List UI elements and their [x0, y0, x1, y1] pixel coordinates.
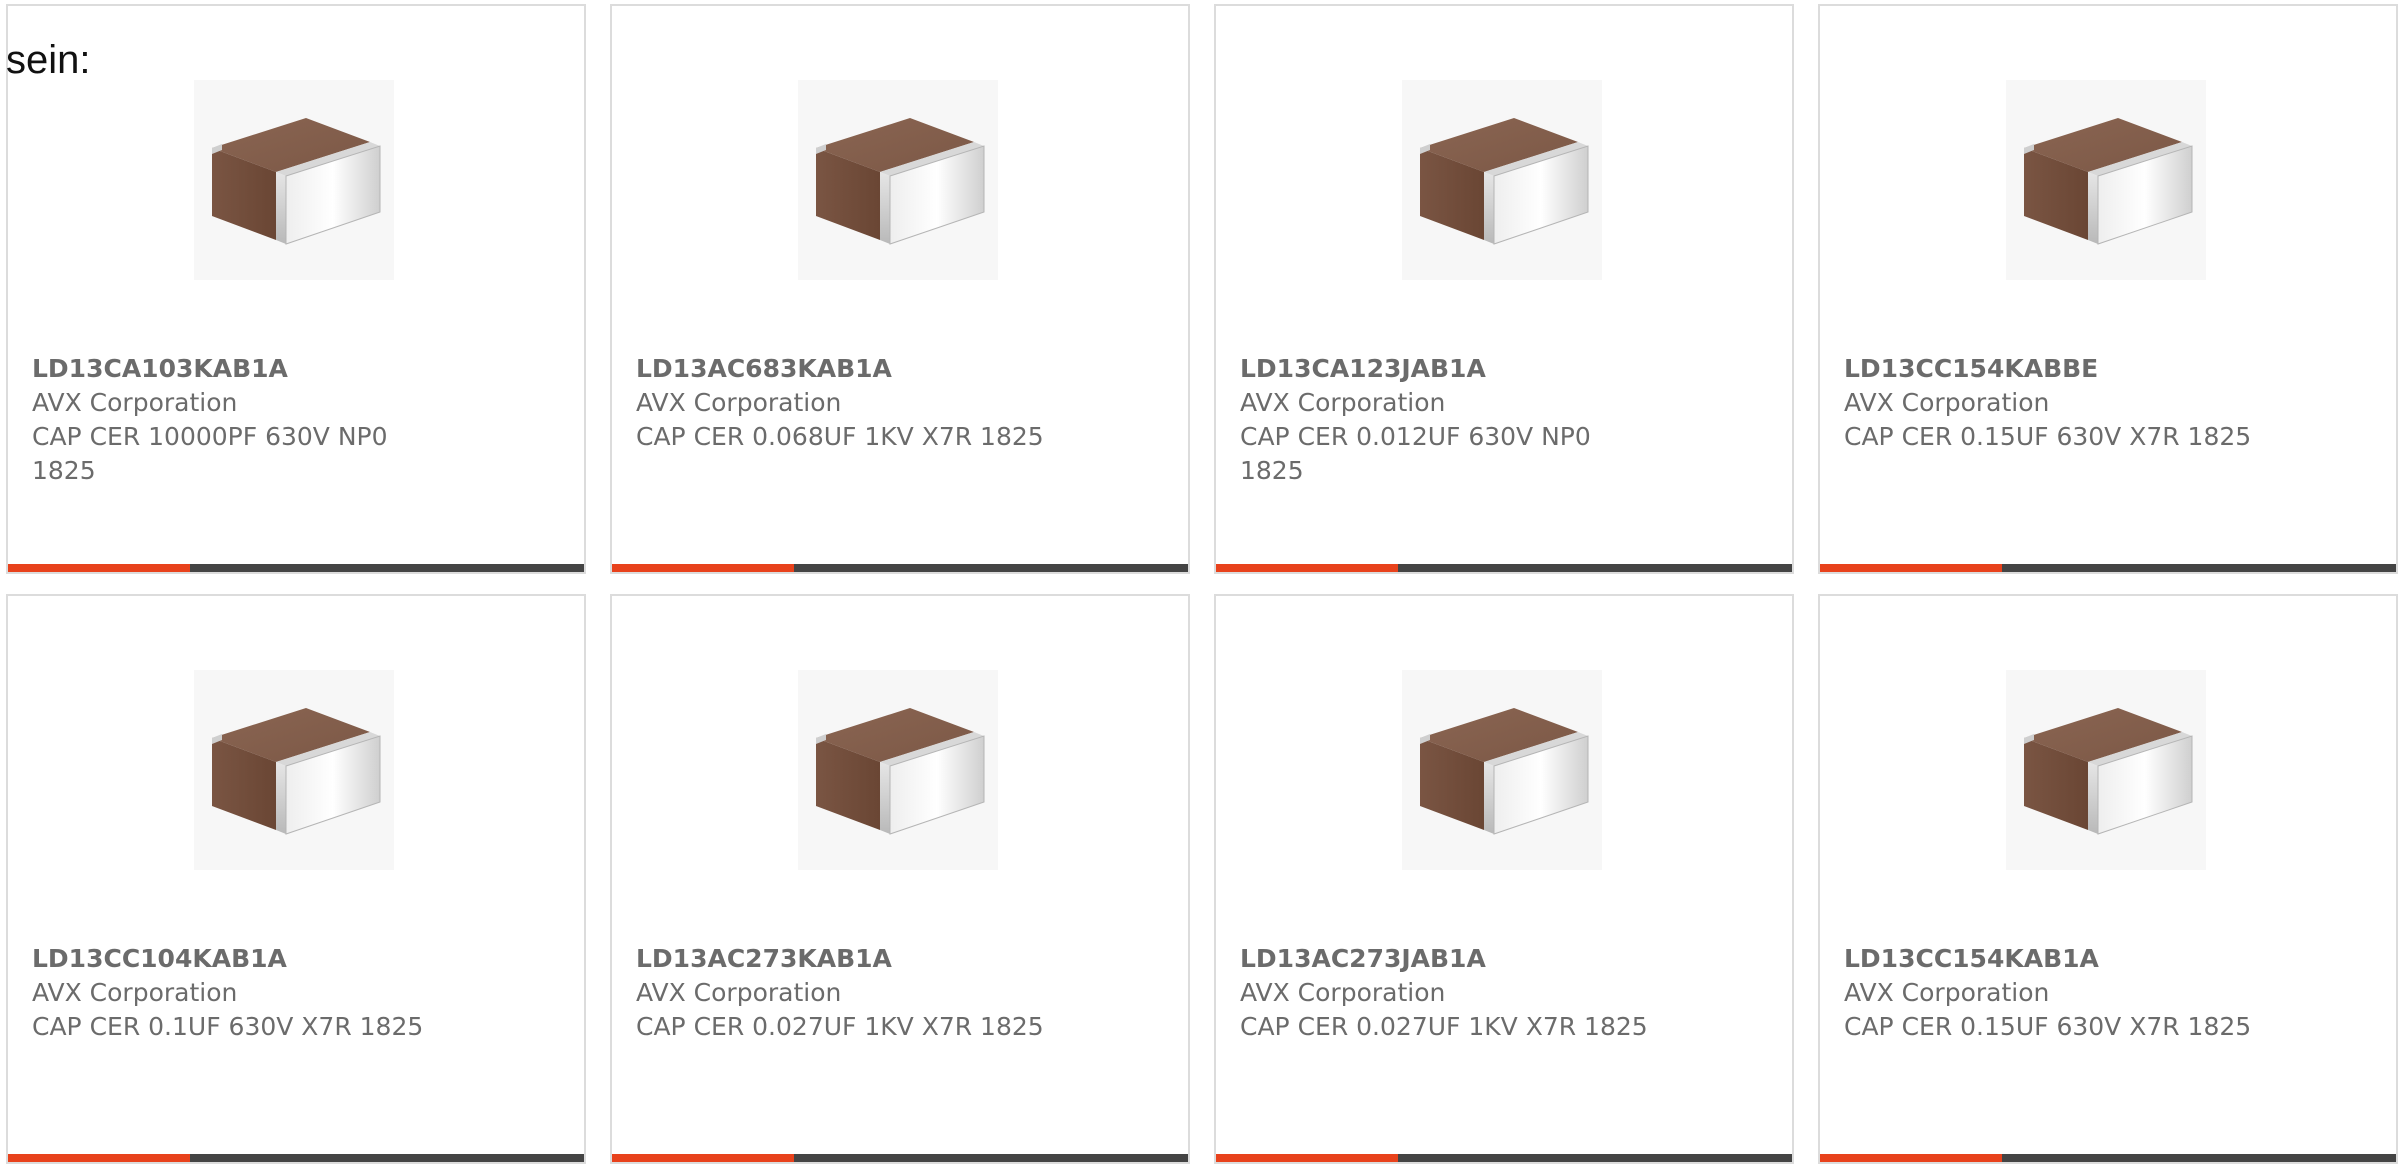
- product-info: LD13CC154KABBE AVX Corporation CAP CER 0…: [1844, 352, 2254, 454]
- part-number[interactable]: LD13AC683KAB1A: [636, 352, 1046, 386]
- manufacturer: AVX Corporation: [636, 388, 842, 417]
- manufacturer: AVX Corporation: [1844, 388, 2050, 417]
- manufacturer: AVX Corporation: [32, 388, 238, 417]
- product-description: CAP CER 0.068UF 1KV X7R 1825: [636, 422, 1044, 451]
- capacitor-chip-icon: [798, 670, 998, 870]
- part-number[interactable]: LD13CC154KAB1A: [1844, 942, 2254, 976]
- product-card[interactable]: LD13CC154KABBE AVX Corporation CAP CER 0…: [1818, 4, 2398, 574]
- capacitor-chip-icon: [1402, 670, 1602, 870]
- capacitor-chip-icon: [194, 670, 394, 870]
- capacitor-chip-icon: [798, 80, 998, 280]
- product-description: CAP CER 10000PF 630V NP0 1825: [32, 422, 388, 485]
- product-description: CAP CER 0.027UF 1KV X7R 1825: [636, 1012, 1044, 1041]
- card-footer-accent: [8, 564, 190, 572]
- product-card[interactable]: LD13CA103KAB1A AVX Corporation CAP CER 1…: [6, 4, 586, 574]
- capacitor-chip-icon: [1402, 80, 1602, 280]
- product-card[interactable]: LD13CC154KAB1A AVX Corporation CAP CER 0…: [1818, 594, 2398, 1164]
- product-description: CAP CER 0.012UF 630V NP0 1825: [1240, 422, 1591, 485]
- product-info: LD13CA123JAB1A AVX Corporation CAP CER 0…: [1240, 352, 1650, 488]
- card-footer-accent: [1820, 564, 2002, 572]
- product-card[interactable]: LD13AC273JAB1A AVX Corporation CAP CER 0…: [1214, 594, 1794, 1164]
- part-number[interactable]: LD13AC273JAB1A: [1240, 942, 1650, 976]
- product-card[interactable]: LD13AC273KAB1A AVX Corporation CAP CER 0…: [610, 594, 1190, 1164]
- part-number[interactable]: LD13CA123JAB1A: [1240, 352, 1650, 386]
- capacitor-chip-icon: [194, 80, 394, 280]
- product-info: LD13CC154KAB1A AVX Corporation CAP CER 0…: [1844, 942, 2254, 1044]
- product-info: LD13CA103KAB1A AVX Corporation CAP CER 1…: [32, 352, 442, 488]
- part-number[interactable]: LD13CA103KAB1A: [32, 352, 442, 386]
- product-card[interactable]: LD13CA123JAB1A AVX Corporation CAP CER 0…: [1214, 4, 1794, 574]
- product-description: CAP CER 0.15UF 630V X7R 1825: [1844, 422, 2252, 451]
- product-card[interactable]: LD13AC683KAB1A AVX Corporation CAP CER 0…: [610, 4, 1190, 574]
- product-description: CAP CER 0.15UF 630V X7R 1825: [1844, 1012, 2252, 1041]
- card-footer-accent: [1216, 564, 1398, 572]
- part-number[interactable]: LD13AC273KAB1A: [636, 942, 1046, 976]
- product-description: CAP CER 0.1UF 630V X7R 1825: [32, 1012, 424, 1041]
- product-description: CAP CER 0.027UF 1KV X7R 1825: [1240, 1012, 1648, 1041]
- product-grid: LD13CA103KAB1A AVX Corporation CAP CER 1…: [0, 0, 2400, 1164]
- manufacturer: AVX Corporation: [636, 978, 842, 1007]
- card-footer-bar: [1820, 564, 2396, 572]
- page-label: sein:: [6, 38, 91, 82]
- manufacturer: AVX Corporation: [32, 978, 238, 1007]
- part-number[interactable]: LD13CC154KABBE: [1844, 352, 2254, 386]
- product-card[interactable]: LD13CC104KAB1A AVX Corporation CAP CER 0…: [6, 594, 586, 1164]
- manufacturer: AVX Corporation: [1844, 978, 2050, 1007]
- part-number[interactable]: LD13CC104KAB1A: [32, 942, 442, 976]
- product-info: LD13CC104KAB1A AVX Corporation CAP CER 0…: [32, 942, 442, 1044]
- manufacturer: AVX Corporation: [1240, 388, 1446, 417]
- card-footer-bar: [8, 564, 584, 572]
- card-footer-accent: [612, 564, 794, 572]
- capacitor-chip-icon: [2006, 80, 2206, 280]
- manufacturer: AVX Corporation: [1240, 978, 1446, 1007]
- product-info: LD13AC273KAB1A AVX Corporation CAP CER 0…: [636, 942, 1046, 1044]
- card-footer-bar: [612, 564, 1188, 572]
- product-info: LD13AC683KAB1A AVX Corporation CAP CER 0…: [636, 352, 1046, 454]
- capacitor-chip-icon: [2006, 670, 2206, 870]
- card-footer-bar: [1216, 564, 1792, 572]
- product-info: LD13AC273JAB1A AVX Corporation CAP CER 0…: [1240, 942, 1650, 1044]
